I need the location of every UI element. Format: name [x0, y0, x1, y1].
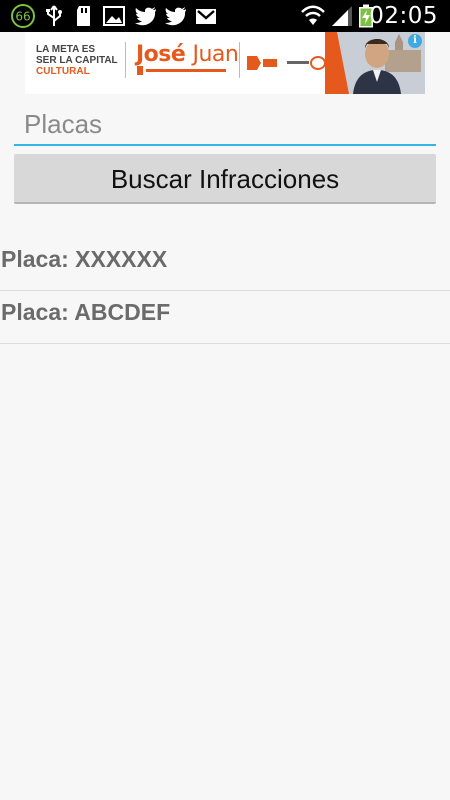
badge-66-icon: 66 [11, 4, 35, 28]
gmail-icon [196, 9, 216, 24]
sponsor-logo-icon [287, 56, 326, 70]
notification-count: 66 [15, 10, 30, 24]
signal-icon [332, 6, 352, 26]
ad-slogan-line2: SER LA CAPITAL [36, 55, 118, 66]
ad-slogan-line3: CULTURAL [36, 66, 90, 77]
list-item[interactable]: Placa: ABCDEF [0, 291, 450, 344]
ad-banner[interactable]: LA META ES SER LA CAPITAL CULTURAL José … [25, 32, 425, 94]
ad-info-icon[interactable]: i [408, 34, 422, 48]
ad-name-thin: Juan [192, 42, 239, 67]
party-logo-icon [247, 56, 277, 70]
wifi-icon [301, 5, 325, 25]
image-icon [103, 6, 125, 26]
ad-divider [125, 42, 126, 78]
usb-icon [46, 5, 62, 26]
buscar-infracciones-button[interactable]: Buscar Infracciones [14, 154, 436, 204]
ad-name-bold: José [136, 42, 186, 67]
placas-input[interactable] [14, 104, 436, 146]
plates-list: Placa: XXXXXX Placa: ABCDEF [0, 238, 450, 344]
list-item[interactable]: Placa: XXXXXX [0, 238, 450, 291]
ad-name-flourish-icon [137, 66, 226, 75]
twitter-icon [135, 7, 156, 26]
ad-divider [239, 42, 240, 78]
sd-card-icon [77, 6, 90, 26]
status-time: 02:05 [369, 3, 438, 29]
ad-candidate-name: José Juan [136, 42, 239, 67]
twitter-icon [165, 7, 186, 26]
ad-slogan: LA META ES SER LA CAPITAL CULTURAL [36, 44, 118, 77]
status-bar: 66 02:05 [0, 0, 450, 32]
ad-slogan-line1: LA META ES [36, 44, 96, 55]
